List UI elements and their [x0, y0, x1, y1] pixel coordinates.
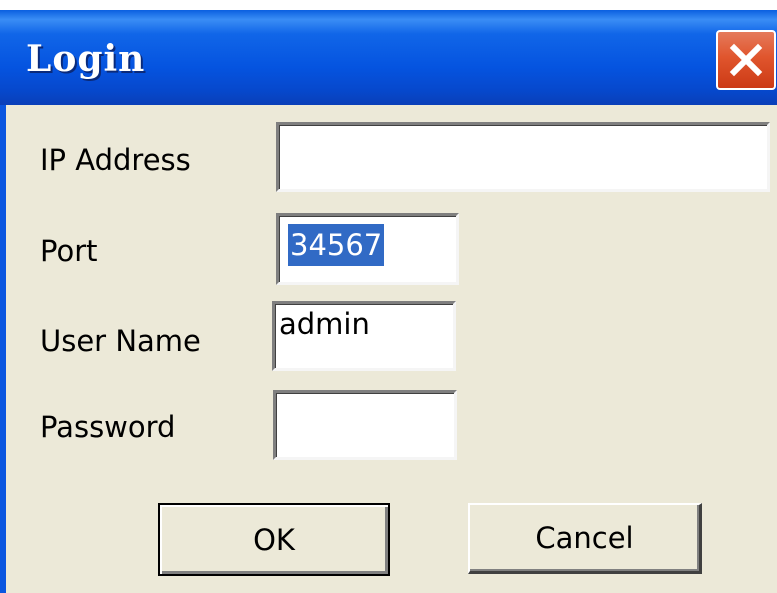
ok-button-label: OK: [253, 522, 295, 557]
login-dialog-screen: Login IP Address Port 34567 User Name Pa…: [0, 0, 777, 593]
ip-address-input[interactable]: [276, 122, 770, 192]
cancel-button-label: Cancel: [535, 521, 634, 555]
port-label: Port: [40, 234, 98, 268]
title-bar[interactable]: Login: [0, 10, 777, 105]
ip-address-label: IP Address: [40, 143, 191, 177]
cancel-button[interactable]: Cancel: [468, 503, 702, 574]
port-input[interactable]: [276, 213, 459, 285]
password-input[interactable]: [273, 390, 457, 460]
window-title: Login: [26, 38, 146, 80]
background-window-strip: [0, 0, 777, 10]
ok-button[interactable]: OK: [158, 503, 390, 576]
close-x-icon: [729, 43, 763, 77]
password-label: Password: [40, 410, 176, 444]
close-button[interactable]: [716, 30, 776, 90]
user-name-input[interactable]: [272, 301, 456, 371]
user-name-label: User Name: [40, 324, 201, 358]
